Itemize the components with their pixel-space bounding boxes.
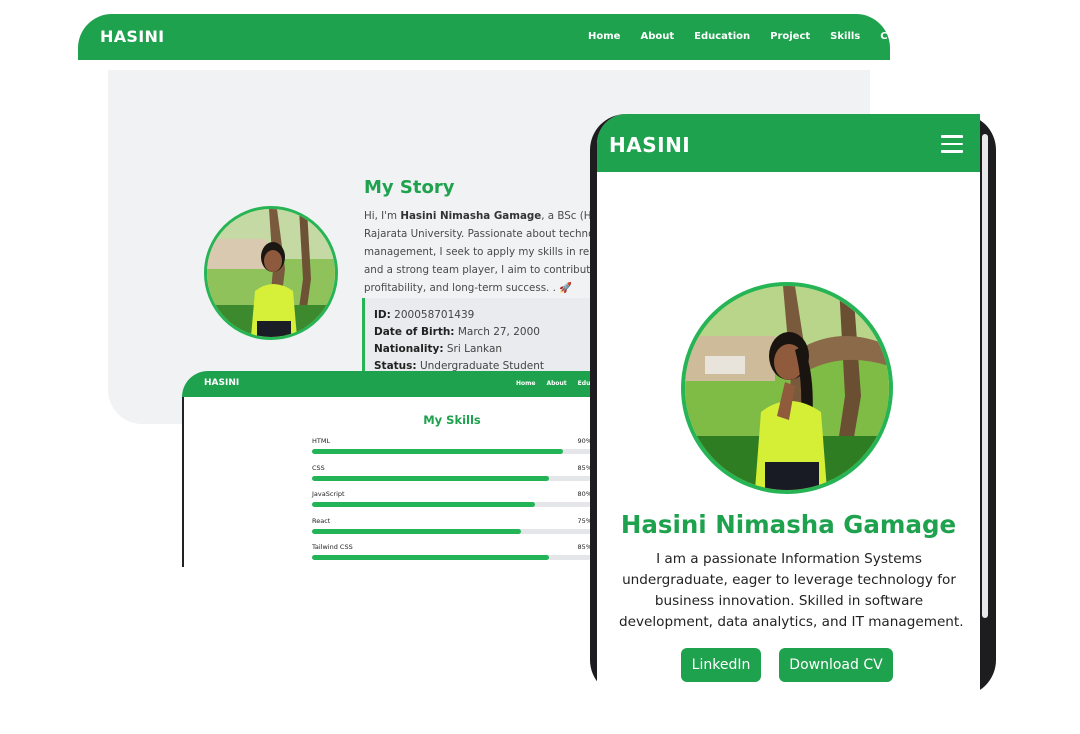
info-value: Sri Lankan xyxy=(443,343,503,355)
phone-scrollbar[interactable] xyxy=(982,134,988,618)
skill-row: HTML 90% xyxy=(312,437,592,459)
skill-progress-track xyxy=(312,528,591,534)
info-label: ID: xyxy=(374,309,391,321)
skill-progress-track xyxy=(312,449,591,454)
skill-progress-track xyxy=(312,475,591,481)
info-row-nationality: Nationality: Sri Lankan xyxy=(374,341,544,358)
skill-row: Tailwind CSS 85% xyxy=(312,543,592,565)
skill-progress-fill xyxy=(312,475,550,481)
portfolio-mockup-stage: HASINI Home About Education Project Skil… xyxy=(0,0,1080,734)
story-paragraph: Hi, I'm Hasini Nimasha Gamage, a BSc (Ho… xyxy=(364,207,627,297)
story-line-2: Rajarata University. Passionate about te… xyxy=(364,228,617,240)
skill-name: JavaScript xyxy=(312,490,345,498)
skills-heading: My Skills xyxy=(423,413,481,427)
skill-progress-track xyxy=(312,502,591,507)
skill-row: CSS 85% xyxy=(312,464,592,486)
desktop-profile-photo xyxy=(204,206,338,340)
bio-line: business innovation. Skilled in software xyxy=(654,593,924,609)
nav-link-project[interactable]: Project xyxy=(770,31,810,42)
skill-progress-fill xyxy=(312,528,522,534)
profile-bio: I am a passionate Information Systems un… xyxy=(619,549,964,633)
info-value: March 27, 2000 xyxy=(454,326,540,338)
desktop-brand-logo[interactable]: HASINI xyxy=(100,27,164,46)
nav-link-about[interactable]: About xyxy=(640,31,674,42)
tablet-brand-logo[interactable]: HASINI xyxy=(204,378,239,388)
info-value: 200058701439 xyxy=(390,309,475,321)
skill-progress-fill xyxy=(312,502,536,507)
linkedin-button[interactable]: LinkedIn xyxy=(681,648,761,682)
phone-mockup: HASINI Hasini Nimasha Gamage I am a pass… xyxy=(597,114,980,696)
nav-link-home[interactable]: Home xyxy=(516,380,535,387)
desktop-nav-links: Home About Education Project Skills Cont… xyxy=(588,31,890,42)
phone-brand-logo[interactable]: HASINI xyxy=(609,133,690,157)
nav-link-education[interactable]: Education xyxy=(694,31,750,42)
story-text-1: Hi, I'm xyxy=(364,210,401,222)
skill-progress-fill xyxy=(312,449,564,454)
bio-line: undergraduate, eager to leverage technol… xyxy=(622,572,956,588)
info-label: Date of Birth: xyxy=(374,326,455,338)
tablet-navbar: HASINI Home About Educatio xyxy=(182,371,622,397)
skill-progress-fill xyxy=(312,555,550,560)
tablet-mockup: HASINI Home About Educatio My Skills HTM… xyxy=(182,371,622,583)
nav-link-home[interactable]: Home xyxy=(588,31,620,42)
skill-progress-track xyxy=(312,555,591,560)
skill-name: Tailwind CSS xyxy=(312,543,353,551)
skill-name: React xyxy=(312,516,331,525)
story-heading: My Story xyxy=(364,177,455,198)
story-name: Hasini Nimasha Gamage xyxy=(400,210,542,222)
skill-row: React 75% xyxy=(312,517,592,539)
nav-link-contact[interactable]: Conta xyxy=(880,31,890,42)
skill-row: JavaScript 80% xyxy=(312,490,592,512)
desktop-navbar: HASINI Home About Education Project Skil… xyxy=(78,14,890,60)
bio-line: I am a passionate Information Systems xyxy=(656,551,922,567)
bio-line: development, data analytics, and IT mana… xyxy=(619,614,964,630)
phone-navbar: HASINI xyxy=(597,114,980,172)
nav-link-skills[interactable]: Skills xyxy=(830,31,860,42)
story-line-4: and a strong team player, I aim to contr… xyxy=(364,264,611,276)
phone-profile-photo xyxy=(681,282,893,494)
skill-name: HTML xyxy=(312,437,331,445)
hamburger-menu-icon[interactable] xyxy=(941,135,963,153)
story-line-5: profitability, and long-term success. . … xyxy=(364,282,572,294)
personal-info-card: ID: 200058701439 Date of Birth: March 27… xyxy=(362,298,625,378)
story-line-3: management, I seek to apply my skills in… xyxy=(364,246,617,258)
info-label: Nationality: xyxy=(374,343,444,355)
skill-name: CSS xyxy=(312,463,325,472)
info-row-id: ID: 200058701439 xyxy=(374,307,544,324)
info-row-dob: Date of Birth: March 27, 2000 xyxy=(374,324,544,341)
profile-name-heading: Hasini Nimasha Gamage xyxy=(620,510,957,539)
download-cv-button[interactable]: Download CV xyxy=(779,648,893,682)
nav-link-about[interactable]: About xyxy=(546,380,566,387)
